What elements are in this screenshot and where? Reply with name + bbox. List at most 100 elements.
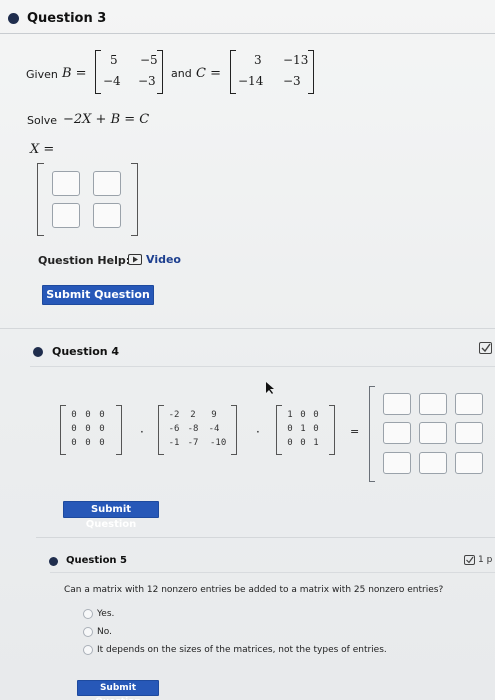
q4-matrix-3-left-bracket	[276, 405, 282, 455]
q4-matrix-1-cell: 0	[99, 438, 105, 448]
matrix-c-label: C =	[196, 66, 221, 81]
solve-label: Solve	[27, 114, 58, 127]
edit-check-icon[interactable]	[479, 342, 492, 354]
matrix-c-cell: 3	[254, 53, 262, 67]
q4-matrix-3-cell: 1	[300, 424, 306, 434]
matrix-b-cell: −5	[140, 53, 158, 67]
q4-matrix-1-cell: 0	[85, 438, 91, 448]
points-label: 1 p	[478, 555, 493, 565]
x-label: X =	[30, 142, 55, 157]
submit-question-5-button[interactable]: Submit Question	[77, 680, 159, 700]
q4-matrix-1-cell: 0	[99, 424, 105, 434]
question-3-title: Question 3	[27, 11, 107, 26]
q4-matrix-2-cell: -10	[210, 438, 227, 448]
video-link[interactable]: Video	[146, 253, 181, 266]
q4-matrix-2-cell: -2	[168, 410, 180, 420]
matrix-c-right-bracket	[308, 50, 314, 94]
multiply-dot: ·	[140, 425, 144, 439]
matrix-b-cell: −4	[103, 74, 121, 88]
answer-cell-input[interactable]	[93, 171, 121, 196]
q4-matrix-1-right-bracket	[116, 405, 122, 455]
answer-cell-input[interactable]	[383, 393, 411, 415]
edit-check-icon[interactable]	[464, 555, 475, 565]
question-4-divider	[30, 366, 495, 367]
answer-cell-input[interactable]	[419, 452, 447, 474]
q4-matrix-3-cell: 0	[300, 410, 306, 420]
question-5-bullet	[49, 557, 58, 566]
answer-cell-input[interactable]	[455, 422, 483, 444]
q4-matrix-1-cell: 0	[71, 410, 77, 420]
q4-matrix-1-cell: 0	[99, 410, 105, 420]
q4-matrix-2-cell: 9	[211, 410, 217, 420]
option-yes-label: Yes.	[97, 609, 115, 619]
q4-matrix-3-cell: 1	[287, 410, 293, 420]
q4-matrix-1-cell: 0	[85, 424, 91, 434]
answer-cell-input[interactable]	[455, 452, 483, 474]
q4-matrix-2-cell: -8	[187, 424, 199, 434]
matrix-c-cell: −3	[283, 74, 301, 88]
q4-matrix-2-cell: -6	[168, 424, 180, 434]
matrix-c-cell: −14	[238, 74, 264, 88]
question-4-top-divider	[0, 328, 495, 329]
given-label: Given	[26, 68, 58, 81]
radio-depends[interactable]	[83, 645, 93, 655]
matrix-b-right-bracket	[157, 50, 163, 94]
q4-matrix-1-cell: 0	[71, 424, 77, 434]
and-text: and	[171, 67, 192, 80]
matrix-b-label: B =	[62, 66, 87, 81]
q4-matrix-2-cell: -7	[187, 438, 199, 448]
q4-matrix-1-left-bracket	[60, 405, 66, 455]
q4-matrix-3: 1 0 0 0 1 0 0 0 1	[284, 410, 330, 454]
matrix-b-left-bracket	[95, 50, 101, 94]
answer-matrix-left-bracket	[37, 163, 44, 236]
solve-equation: −2X + B = C	[63, 112, 150, 127]
radio-no[interactable]	[83, 627, 93, 637]
option-depends-label: It depends on the sizes of the matrices,…	[97, 645, 387, 655]
answer-cell-input[interactable]	[93, 203, 121, 228]
q4-matrix-3-cell: 0	[287, 438, 293, 448]
q4-answer-left-bracket	[369, 386, 375, 482]
answer-cell-input[interactable]	[419, 393, 447, 415]
question-help-label: Question Help:	[38, 254, 131, 267]
q4-matrix-1-cell: 0	[85, 410, 91, 420]
answer-cell-input[interactable]	[383, 422, 411, 444]
q4-matrix-3-cell: 0	[313, 410, 319, 420]
equals-sign: =	[350, 425, 360, 438]
answer-cell-input[interactable]	[455, 393, 483, 415]
assignment-panel: Question 3 Given B = 5 −5 −4 −3 and C = …	[0, 0, 495, 700]
question-5-title: Question 5	[66, 555, 127, 566]
answer-matrix-right-bracket	[131, 163, 138, 236]
matrix-b-cell: 5	[110, 53, 118, 67]
q4-matrix-1: 0 0 0 0 0 0 0 0 0	[68, 410, 118, 454]
question-5-divider	[50, 572, 495, 573]
q4-matrix-2-cell: -4	[208, 424, 220, 434]
submit-question-4-button[interactable]: Submit Question	[63, 501, 159, 530]
submit-question-3-button[interactable]: Submit Question	[42, 285, 154, 305]
matrix-c-left-bracket	[230, 50, 236, 94]
answer-cell-input[interactable]	[419, 422, 447, 444]
question-4-title: Question 4	[52, 345, 120, 358]
q4-matrix-3-right-bracket	[329, 405, 335, 455]
q4-matrix-3-cell: 0	[287, 424, 293, 434]
q4-matrix-2-cell: -1	[168, 438, 180, 448]
radio-yes[interactable]	[83, 609, 93, 619]
question-3-divider	[0, 33, 495, 34]
video-icon[interactable]	[128, 254, 142, 265]
q4-matrix-3-cell: 0	[300, 438, 306, 448]
question-5-top-divider	[36, 537, 495, 538]
option-no-label: No.	[97, 627, 112, 637]
answer-cell-input[interactable]	[52, 171, 80, 196]
question-3-bullet	[8, 13, 19, 24]
matrix-c-cell: −13	[283, 53, 309, 67]
q4-matrix-1-cell: 0	[71, 438, 77, 448]
question-5-prompt: Can a matrix with 12 nonzero entries be …	[64, 585, 444, 595]
q4-matrix-2-left-bracket	[158, 405, 164, 455]
question-4-bullet	[33, 347, 43, 357]
mouse-cursor-icon	[266, 382, 274, 394]
matrix-b-cell: −3	[138, 74, 156, 88]
answer-cell-input[interactable]	[52, 203, 80, 228]
answer-cell-input[interactable]	[383, 452, 411, 474]
multiply-dot: ·	[256, 425, 260, 439]
q4-matrix-2: -2 2 9 -6 -8 -4 -1 -7 -10	[168, 410, 232, 454]
q4-matrix-2-cell: 2	[190, 410, 196, 420]
